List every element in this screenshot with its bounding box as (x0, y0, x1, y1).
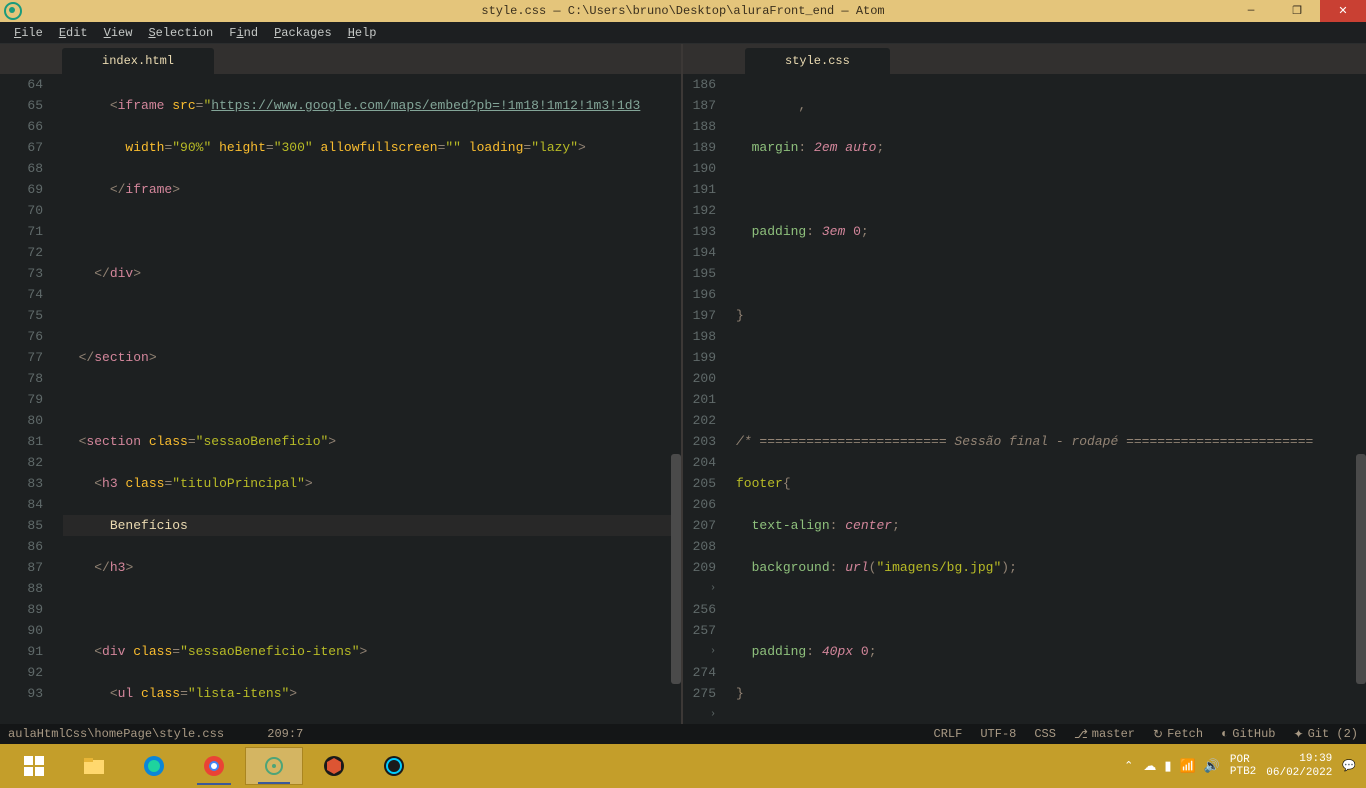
editor-left[interactable]: 6465666768697071727374757677787980818283… (0, 74, 681, 724)
chrome-icon (202, 754, 226, 778)
menu-edit[interactable]: Edit (51, 24, 96, 42)
status-lang[interactable]: CSS (1034, 727, 1056, 741)
wifi-icon[interactable]: 📶 (1180, 759, 1196, 774)
hex-icon (322, 754, 346, 778)
atom-app-icon (262, 754, 286, 778)
status-encoding[interactable]: UTF-8 (980, 727, 1016, 741)
menu-help[interactable]: Help (340, 24, 385, 42)
window-controls: — ❐ ✕ (1228, 0, 1366, 22)
sync-icon: ↻ (1153, 727, 1163, 742)
menu-view[interactable]: View (96, 24, 141, 42)
tab-bar-left: index.html (0, 44, 681, 74)
status-git[interactable]: ✦ Git (2) (1294, 727, 1358, 742)
edge-icon (142, 754, 166, 778)
tab-index-html[interactable]: index.html (62, 48, 214, 74)
menu-find[interactable]: Find (221, 24, 266, 42)
status-crlf[interactable]: CRLF (934, 727, 963, 741)
circle-c-icon (382, 754, 406, 778)
status-cursor-pos[interactable]: 209:7 (267, 727, 303, 741)
editor-right[interactable]: 1861871881891901911921931941951961971981… (683, 74, 1366, 724)
gutter-right: 1861871881891901911921931941951961971981… (683, 74, 728, 724)
atom-button[interactable] (245, 747, 303, 785)
chrome-button[interactable] (185, 747, 243, 785)
status-github[interactable]: ◐ GitHub (1221, 727, 1275, 741)
status-bar: aulaHtmlCss\homePage\style.css 209:7 CRL… (0, 724, 1366, 744)
clock[interactable]: 19:39 06/02/2022 (1266, 752, 1332, 780)
menu-bar: File Edit View Selection Find Packages H… (0, 22, 1366, 44)
scrollbar-thumb-right[interactable] (1356, 454, 1366, 684)
gutter-left: 6465666768697071727374757677787980818283… (0, 74, 55, 724)
tray-chevron-up-icon[interactable]: ⌃ (1124, 759, 1133, 773)
minimize-button[interactable]: — (1228, 0, 1274, 22)
scrollbar-thumb-left[interactable] (671, 454, 681, 684)
code-right[interactable]: , margin: 2em auto; padding: 3em 0; } /*… (728, 74, 1366, 724)
notifications-icon[interactable]: 💬 (1342, 759, 1356, 773)
workspace: index.html 64656667686970717273747576777… (0, 44, 1366, 724)
onedrive-icon[interactable]: ☁ (1143, 759, 1156, 774)
status-branch[interactable]: ⎇ master (1074, 727, 1135, 742)
github-icon: ◐ (1221, 727, 1228, 741)
language-indicator[interactable]: POR PTB2 (1230, 754, 1256, 778)
tab-style-css[interactable]: style.css (745, 48, 890, 74)
menu-file[interactable]: File (6, 24, 51, 42)
battery-icon[interactable]: ▮ (1164, 759, 1171, 774)
app2-button[interactable] (365, 747, 423, 785)
edge-button[interactable] (125, 747, 183, 785)
window-title: style.css — C:\Users\bruno\Desktop\alura… (481, 4, 884, 18)
menu-packages[interactable]: Packages (266, 24, 340, 42)
system-tray: ⌃ ☁ ▮ 📶 🔊 POR PTB2 19:39 06/02/2022 💬 (1124, 752, 1362, 780)
start-button[interactable] (5, 747, 63, 785)
folder-icon (82, 754, 106, 778)
taskbar: ⌃ ☁ ▮ 📶 🔊 POR PTB2 19:39 06/02/2022 💬 (0, 744, 1366, 788)
branch-icon: ⎇ (1074, 727, 1088, 742)
volume-icon[interactable]: 🔊 (1204, 759, 1220, 774)
git-icon: ✦ (1294, 727, 1304, 742)
close-button[interactable]: ✕ (1320, 0, 1366, 22)
maximize-button[interactable]: ❐ (1274, 0, 1320, 22)
tab-bar-right: style.css (683, 44, 1366, 74)
title-bar: style.css — C:\Users\bruno\Desktop\alura… (0, 0, 1366, 22)
app1-button[interactable] (305, 747, 363, 785)
file-explorer-button[interactable] (65, 747, 123, 785)
code-left[interactable]: <iframe src="https://www.google.com/maps… (55, 74, 681, 724)
status-fetch[interactable]: ↻ Fetch (1153, 727, 1203, 742)
right-pane: style.css 186187188189190191192193194195… (683, 44, 1366, 724)
atom-icon (4, 2, 22, 20)
menu-selection[interactable]: Selection (140, 24, 221, 42)
left-pane: index.html 64656667686970717273747576777… (0, 44, 683, 724)
status-path[interactable]: aulaHtmlCss\homePage\style.css (8, 727, 224, 741)
